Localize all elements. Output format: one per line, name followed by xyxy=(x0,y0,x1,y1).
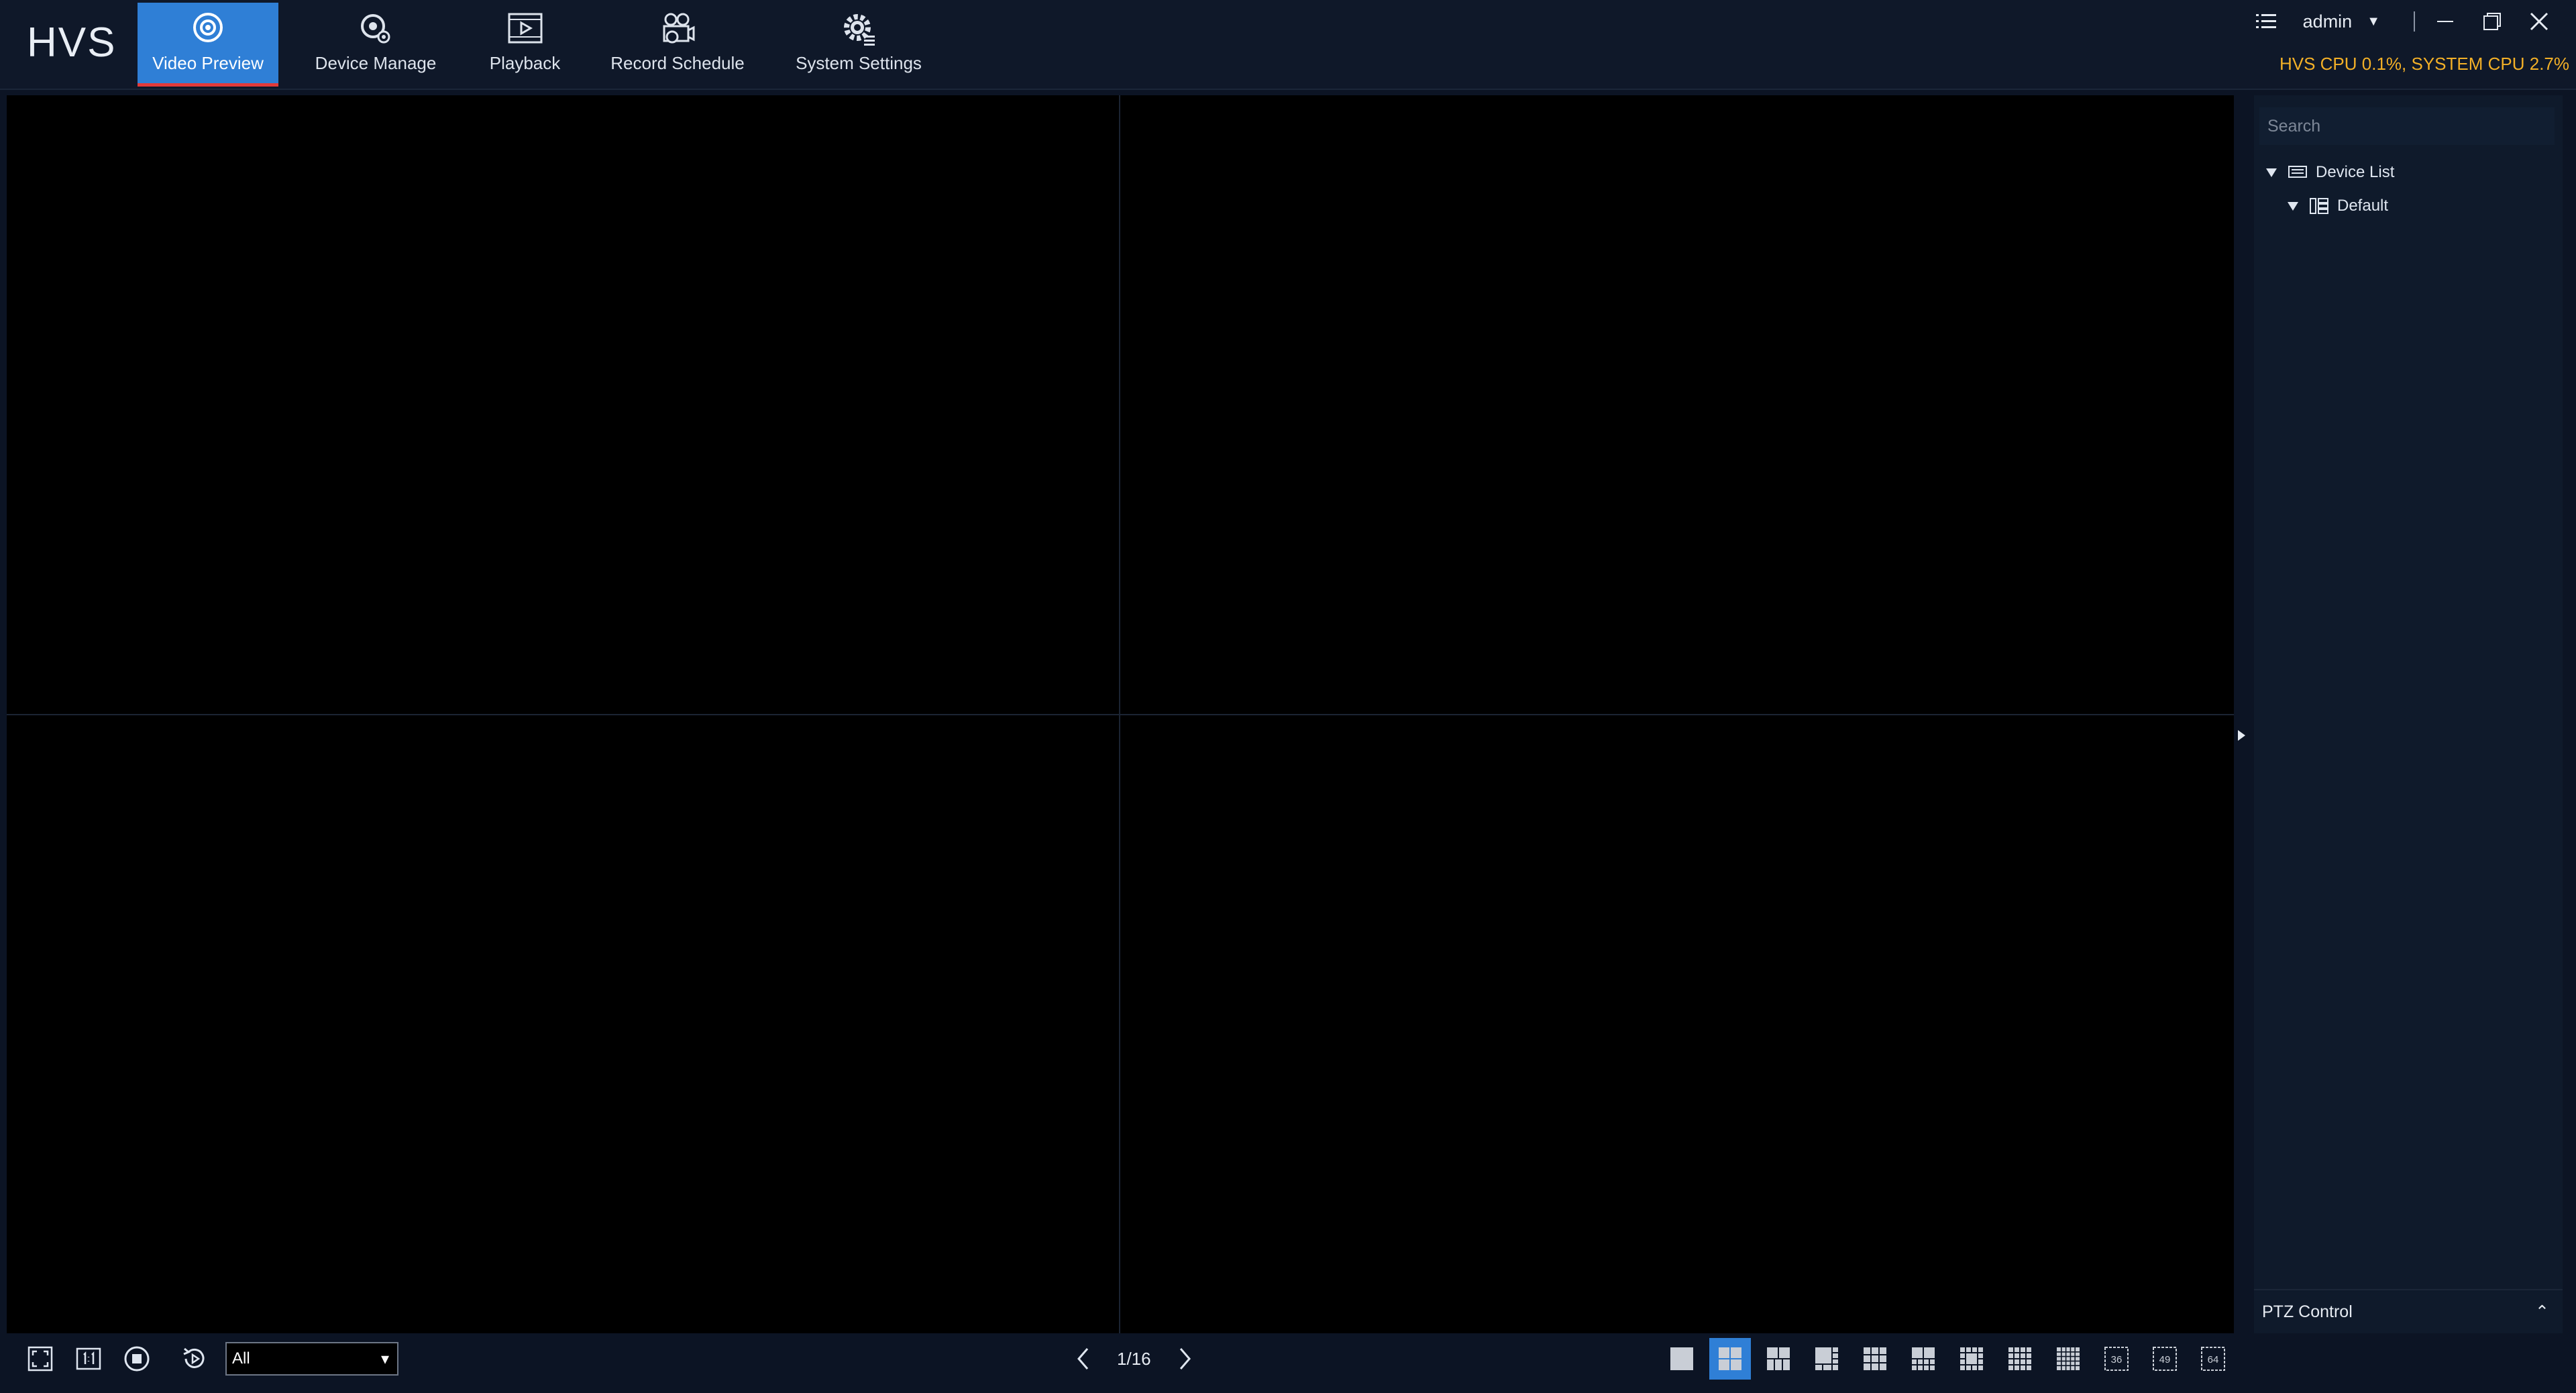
stop-all-button[interactable] xyxy=(117,1339,157,1379)
layout-13-icon xyxy=(1960,1347,1983,1370)
layout-9-icon xyxy=(1864,1347,1886,1370)
stream-select-value: All xyxy=(232,1349,250,1368)
page-indicator: 1/16 xyxy=(1117,1348,1151,1369)
video-cell-1[interactable] xyxy=(7,95,1119,714)
layout-25-icon xyxy=(2057,1347,2080,1370)
layout-6-button[interactable] xyxy=(1758,1338,1799,1380)
pager: 1/16 xyxy=(1063,1333,1205,1384)
layout-9-button[interactable] xyxy=(1854,1338,1896,1380)
expand-triangle-icon[interactable] xyxy=(2288,201,2298,211)
tab-system-settings[interactable]: System Settings xyxy=(792,3,926,83)
close-icon xyxy=(2530,12,2548,31)
device-panel: Device List Default PTZ Control ⌃ xyxy=(2254,95,2563,1333)
tree-item-device-list[interactable]: Device List xyxy=(2266,156,2561,189)
tab-playback[interactable]: Playback xyxy=(476,3,574,83)
minimize-icon xyxy=(2437,21,2453,22)
layout-16-button[interactable] xyxy=(1999,1338,2041,1380)
fullscreen-button[interactable] xyxy=(20,1339,60,1379)
device-tree: Device List Default xyxy=(2266,156,2561,223)
video-preview-icon xyxy=(193,13,223,42)
layout-16-icon xyxy=(2008,1347,2031,1370)
system-settings-icon xyxy=(844,14,875,46)
menu-list-button[interactable] xyxy=(2243,5,2290,38)
stop-icon xyxy=(124,1346,150,1372)
layout-25-button[interactable] xyxy=(2047,1338,2089,1380)
tab-device-manage[interactable]: Device Manage xyxy=(309,3,443,83)
svg-text:36: 36 xyxy=(2111,1354,2123,1365)
chevron-left-icon xyxy=(1077,1348,1089,1370)
window-controls: admin ▼ xyxy=(2243,5,2563,38)
layout-10-icon xyxy=(1912,1347,1935,1370)
layout-10-button[interactable] xyxy=(1902,1338,1944,1380)
video-grid xyxy=(7,95,2234,1333)
video-cell-2[interactable] xyxy=(1120,95,2234,714)
original-size-button[interactable] xyxy=(68,1339,109,1379)
chevron-down-icon: ▾ xyxy=(380,1349,389,1368)
layout-36-icon: 36 xyxy=(2104,1347,2129,1371)
svg-text:49: 49 xyxy=(2159,1354,2171,1365)
stream-select[interactable]: All ▾ xyxy=(225,1342,398,1376)
grid-divider-horizontal xyxy=(7,714,2234,715)
tab-label: Video Preview xyxy=(152,53,264,73)
chevron-right-icon xyxy=(1179,1348,1191,1370)
playback-icon xyxy=(508,13,542,44)
layout-36-button[interactable]: 36 xyxy=(2096,1338,2137,1380)
ratio-1-1-icon xyxy=(76,1347,101,1370)
layout-1-icon xyxy=(1670,1347,1693,1370)
tab-record-schedule[interactable]: Record Schedule xyxy=(607,3,748,83)
cpu-status: HVS CPU 0.1%, SYSTEM CPU 2.7% xyxy=(2279,54,2569,74)
list-icon xyxy=(2255,14,2276,28)
layout-64-button[interactable]: 64 xyxy=(2192,1338,2234,1380)
device-list-icon xyxy=(2288,166,2307,178)
panel-collapse-arrow-icon[interactable] xyxy=(2238,730,2245,741)
layout-1-button[interactable] xyxy=(1661,1338,1703,1380)
instant-replay-icon xyxy=(183,1347,205,1368)
search-input[interactable] xyxy=(2259,107,2555,145)
chevron-down-icon[interactable]: ▼ xyxy=(2367,14,2380,30)
layout-49-button[interactable]: 49 xyxy=(2144,1338,2186,1380)
layout-49-icon: 49 xyxy=(2153,1347,2177,1371)
video-cell-3[interactable] xyxy=(7,715,1119,1333)
layout-4-button[interactable] xyxy=(1709,1338,1751,1380)
user-name[interactable]: admin xyxy=(2303,11,2353,32)
layout-4-icon xyxy=(1719,1347,1741,1370)
panel-toggle-strip xyxy=(2235,95,2251,1333)
next-page-button[interactable] xyxy=(1165,1339,1205,1379)
minimize-button[interactable] xyxy=(2422,5,2469,38)
ptz-control-label: PTZ Control xyxy=(2262,1302,2353,1321)
layout-6-icon xyxy=(1767,1347,1790,1370)
expand-triangle-icon[interactable] xyxy=(2266,168,2277,177)
divider xyxy=(2414,11,2415,32)
bottom-toolbar: All ▾ 1/16 36 49 64 xyxy=(7,1333,2234,1384)
layout-8-icon xyxy=(1815,1347,1838,1370)
restore-icon xyxy=(2483,13,2501,30)
chevron-up-icon: ⌃ xyxy=(2535,1302,2549,1321)
app-logo: HVS xyxy=(27,19,117,66)
maximize-button[interactable] xyxy=(2469,5,2516,38)
record-schedule-icon xyxy=(663,13,695,44)
layout-64-icon: 64 xyxy=(2201,1347,2225,1371)
prev-page-button[interactable] xyxy=(1063,1339,1104,1379)
tree-item-default[interactable]: Default xyxy=(2266,189,2561,223)
video-cell-4[interactable] xyxy=(1120,715,2234,1333)
group-icon xyxy=(2310,198,2328,214)
tree-item-label: Default xyxy=(2337,197,2389,215)
layout-13-button[interactable] xyxy=(1951,1338,1992,1380)
fullscreen-icon xyxy=(28,1346,53,1372)
layout-8-button[interactable] xyxy=(1806,1338,1847,1380)
replay-button[interactable] xyxy=(174,1339,215,1379)
svg-text:64: 64 xyxy=(2208,1354,2219,1365)
tab-video-preview[interactable]: Video Preview xyxy=(138,3,278,87)
tab-label: Playback xyxy=(489,53,561,73)
tree-item-label: Device List xyxy=(2316,163,2395,181)
top-bar: HVS Video Preview Device Manage Playback xyxy=(0,0,2576,90)
tab-label: System Settings xyxy=(796,53,922,73)
close-button[interactable] xyxy=(2516,5,2563,38)
layout-switcher: 36 49 64 xyxy=(1654,1333,2234,1384)
device-manage-icon xyxy=(361,14,390,44)
ptz-control-toggle[interactable]: PTZ Control ⌃ xyxy=(2254,1289,2563,1333)
tab-label: Device Manage xyxy=(315,53,437,73)
tab-label: Record Schedule xyxy=(610,53,745,73)
